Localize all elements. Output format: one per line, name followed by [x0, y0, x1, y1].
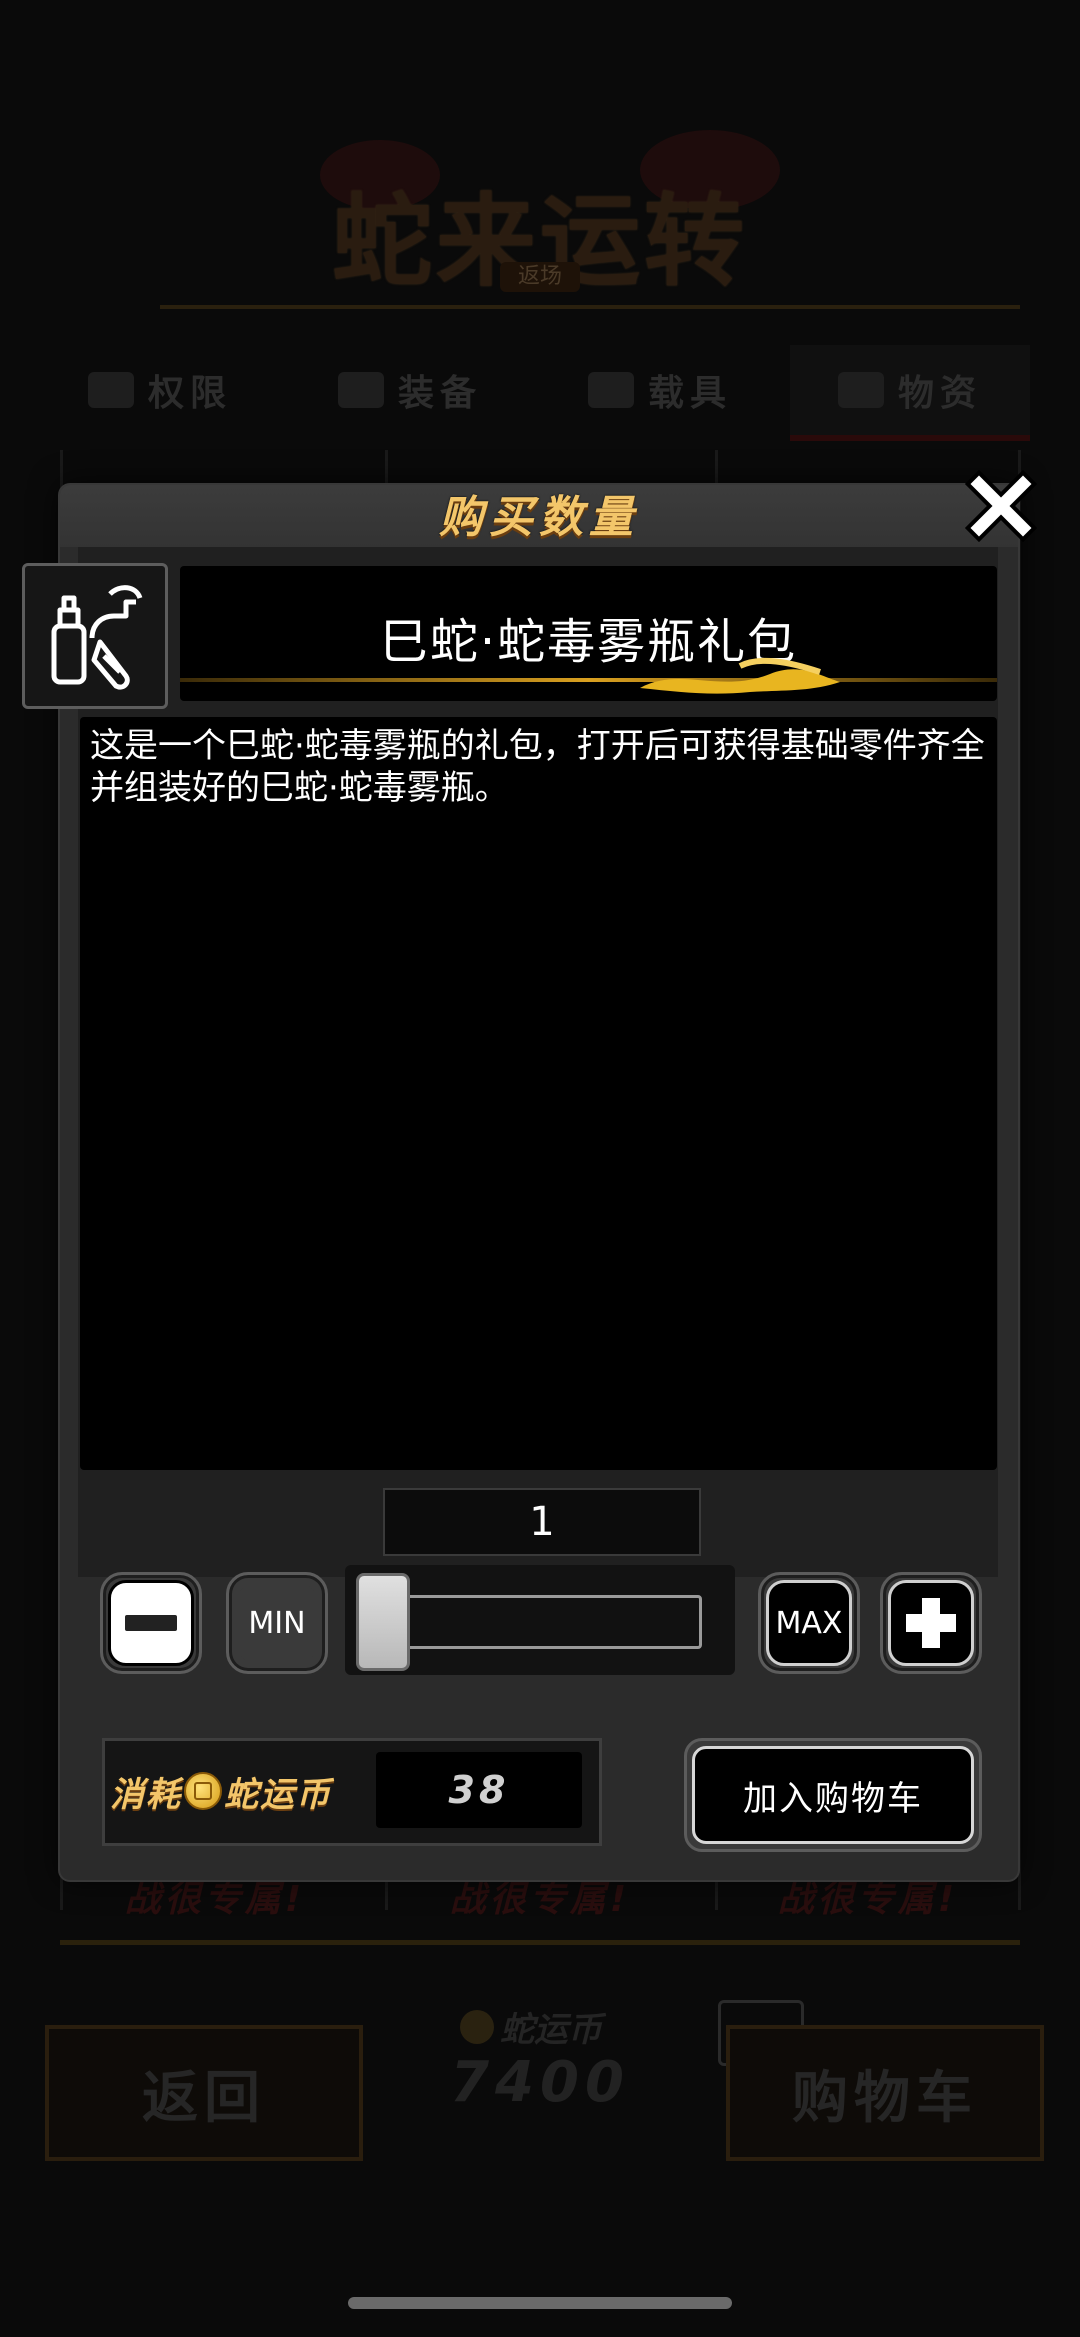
- tab-label: 物资: [897, 373, 982, 414]
- quantity-value: 1: [383, 1488, 701, 1556]
- home-indicator[interactable]: [348, 2297, 732, 2309]
- minus-icon: [125, 1615, 177, 1631]
- add-to-cart-button[interactable]: 加入购物车: [684, 1738, 982, 1852]
- min-inner: MIN: [237, 1583, 317, 1663]
- tab-vehicles[interactable]: 载具: [540, 345, 780, 435]
- item-name-banner: 巳蛇·蛇毒雾瓶礼包: [180, 566, 997, 701]
- dialog-title: 购买数量: [439, 492, 639, 543]
- tab-permissions[interactable]: 权限: [40, 345, 280, 435]
- cost-label: 消耗 蛇运币: [110, 1766, 332, 1816]
- tab-label: 权限: [147, 373, 232, 414]
- box-icon: [87, 372, 134, 408]
- max-inner: MAX: [766, 1580, 852, 1666]
- max-button[interactable]: MAX: [758, 1572, 860, 1674]
- tab-equipment[interactable]: 装备: [290, 345, 530, 435]
- screen: 蛇来运转 返场 权限 装备 载具 物资 战很专属! 战很专属! 战很专属! 返回…: [0, 0, 1080, 2337]
- coin-balance: 7400: [450, 2050, 630, 2115]
- coin-icon: [460, 2009, 494, 2044]
- back-button[interactable]: 返回: [45, 2025, 363, 2161]
- gold-divider: [60, 1940, 1020, 1945]
- decrement-inner: [108, 1580, 194, 1666]
- crate-icon: [837, 372, 884, 408]
- banner-subtitle: 返场: [500, 262, 580, 292]
- item-description-box: 这是一个巳蛇·蛇毒雾瓶的礼包，打开后可获得基础零件齐全并组装好的巳蛇·蛇毒雾瓶。: [80, 717, 997, 1470]
- banner-divider: [160, 305, 1020, 309]
- tab-supplies[interactable]: 物资: [790, 345, 1030, 441]
- category-tabs: 权限 装备 载具 物资: [40, 345, 1040, 445]
- car-icon: [587, 372, 634, 408]
- min-button[interactable]: MIN: [226, 1572, 328, 1674]
- close-icon: [965, 470, 1037, 542]
- max-label: MAX: [775, 1605, 843, 1641]
- increment-button[interactable]: [880, 1572, 982, 1674]
- tab-label: 装备: [397, 373, 482, 414]
- cost-currency: 蛇运币: [224, 1774, 332, 1815]
- decrement-button[interactable]: [100, 1572, 202, 1674]
- item-description: 这是一个巳蛇·蛇毒雾瓶的礼包，打开后可获得基础零件齐全并组装好的巳蛇·蛇毒雾瓶。: [90, 726, 985, 808]
- column-divider: [1018, 450, 1021, 1910]
- gold-snake-decoration: [180, 657, 997, 694]
- coin-label-text: 蛇运币: [500, 2010, 602, 2050]
- quantity-slider-thumb[interactable]: [356, 1573, 410, 1671]
- close-button[interactable]: [965, 470, 1037, 542]
- item-icon-frame: [22, 563, 168, 709]
- min-label: MIN: [248, 1605, 306, 1641]
- coin-icon: [184, 1772, 222, 1810]
- cost-value: 38: [376, 1752, 582, 1828]
- shield-icon: [337, 372, 384, 408]
- cart-button[interactable]: 购物车: [726, 2025, 1044, 2161]
- spray-bottle-icon: [51, 585, 143, 690]
- coin-balance-label: 蛇运币: [460, 2002, 640, 2051]
- plus-icon: [906, 1598, 956, 1648]
- increment-inner: [888, 1580, 974, 1666]
- add-to-cart-label: 加入购物车: [692, 1746, 974, 1844]
- tab-label: 载具: [647, 373, 732, 414]
- cost-label-prefix: 消耗: [110, 1774, 182, 1815]
